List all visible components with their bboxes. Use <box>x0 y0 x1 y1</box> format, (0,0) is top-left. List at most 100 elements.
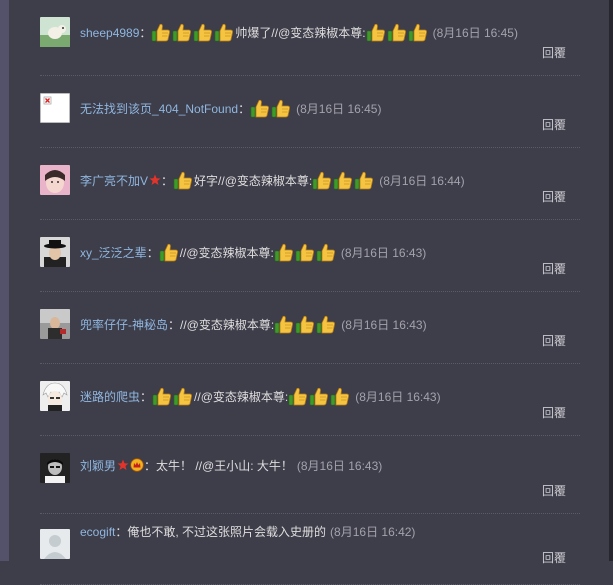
girl-avatar-icon <box>40 165 70 195</box>
avatar[interactable] <box>40 93 70 123</box>
timestamp: (8月16日 16:43) <box>341 318 427 332</box>
reply-link[interactable]: 回覆 <box>542 116 566 133</box>
username-link[interactable]: ecogift <box>80 525 115 539</box>
thumbs-up-icon <box>316 243 335 262</box>
separator: ： <box>146 246 159 260</box>
comment-content: sheep4989： 帅爆了//@变态辣椒本尊: (8月16日 16:45) <box>80 22 580 42</box>
reply-link[interactable]: 回覆 <box>542 44 566 61</box>
timestamp: (8月16日 16:43) <box>296 459 383 473</box>
timestamp: (8月16日 16:42) <box>330 525 416 539</box>
thumbs-up-icon <box>173 171 193 190</box>
thumbs-up-icon-group <box>366 23 429 42</box>
timestamp: (8月16日 16:43) <box>355 390 441 404</box>
comment-content: 兜率仔仔-神秘岛：//@变态辣椒本尊: (8月16日 16:43) <box>80 314 580 334</box>
comment-item: 无法找到该页_404_NotFound： (8月16日 16:45) 回覆 <box>40 76 580 148</box>
timestamp: (8月16日 16:45) <box>296 102 382 116</box>
thumbs-up-icon-group <box>312 171 375 190</box>
thumbs-up-icon-group <box>173 171 194 190</box>
comment-content: ecogift：俺也不敢, 不过这张照片会载入史册的 (8月16日 16:42) <box>80 524 580 540</box>
separator: ： <box>139 26 152 40</box>
comment-item: xy_泛泛之辈： //@变态辣椒本尊: (8月16日 16:43) 回覆 <box>40 220 580 292</box>
thumbs-up-icon <box>271 99 291 118</box>
username-link[interactable]: 迷路的爬虫 <box>80 390 140 404</box>
thumbs-up-icon <box>366 23 385 42</box>
bw-avatar-icon <box>40 453 70 483</box>
thumbs-up-icon-group <box>159 243 180 262</box>
thumbs-up-icon <box>295 315 315 334</box>
star-badge-icon <box>117 459 129 470</box>
avatar[interactable] <box>40 381 70 411</box>
thumbs-up-icon <box>215 23 234 42</box>
avatar[interactable] <box>40 453 70 483</box>
comment-item: 兜率仔仔-神秘岛：//@变态辣椒本尊: (8月16日 16:43) 回覆 <box>40 292 580 364</box>
thumbs-up-icon-group <box>151 23 235 42</box>
username-link[interactable]: 无法找到该页_404_NotFound <box>80 102 238 116</box>
avatar[interactable] <box>40 309 70 339</box>
timestamp: (8月16日 16:45) <box>432 26 518 40</box>
separator: ： <box>144 459 157 473</box>
comment-item: 李广亮不加V ： 好字//@变态辣椒本尊: (8月16日 16:44) 回覆 <box>40 148 580 220</box>
star-badge-icon <box>149 174 161 185</box>
comment-content: 迷路的爬虫： //@变态辣椒本尊: (8月16日 16:43) <box>80 386 580 406</box>
username-link[interactable]: sheep4989 <box>80 26 139 40</box>
photo-avatar-icon <box>40 309 70 339</box>
thumbs-up-icon-group <box>250 99 292 118</box>
thumbs-up-icon-group <box>152 387 194 406</box>
comment-feed: sheep4989： 帅爆了//@变态辣椒本尊: (8月16日 16:45) 回覆 … <box>40 0 580 585</box>
thumbs-up-icon <box>274 243 293 262</box>
timestamp: (8月16日 16:44) <box>379 174 465 188</box>
comment-text: 俺也不敢, 不过这张照片会载入史册的 <box>127 525 327 539</box>
username-link[interactable]: xy_泛泛之辈 <box>80 246 147 260</box>
comment-content: 刘颖男 ：太牛！ //@王小山: 大牛！ (8月16日 16:43) <box>80 458 580 474</box>
comment-item: sheep4989： 帅爆了//@变态辣椒本尊: (8月16日 16:45) 回覆 <box>40 0 580 76</box>
avatar[interactable] <box>40 17 70 47</box>
thumbs-up-icon <box>173 23 192 42</box>
separator: ： <box>238 102 251 116</box>
thumbs-up-icon-group <box>288 387 351 406</box>
comment-text: //@变态辣椒本尊: <box>180 318 275 332</box>
comment-item: 迷路的爬虫： //@变态辣椒本尊: (8月16日 16:43) 回覆 <box>40 364 580 436</box>
default-avatar-icon <box>40 529 70 559</box>
crown-badge-icon <box>130 458 144 472</box>
reply-link[interactable]: 回覆 <box>542 482 566 499</box>
thumbs-up-icon <box>274 315 294 334</box>
separator: ： <box>140 390 153 404</box>
comment-text: 好字//@变态辣椒本尊: <box>194 174 313 188</box>
avatar[interactable] <box>40 165 70 195</box>
thumbs-up-icon <box>295 243 314 262</box>
broken-image-icon <box>43 96 52 105</box>
reply-link[interactable]: 回覆 <box>542 188 566 205</box>
thumbs-up-icon <box>159 243 178 262</box>
sheep-avatar-icon <box>40 17 70 47</box>
comment-text: 太牛！ //@王小山: 大牛！ <box>156 459 293 473</box>
comment-item: ecogift：俺也不敢, 不过这张照片会载入史册的 (8月16日 16:42) … <box>40 514 580 585</box>
thumbs-up-icon-group <box>274 315 337 334</box>
thumbs-up-icon <box>194 23 213 42</box>
thumbs-up-icon <box>387 23 406 42</box>
thumbs-up-icon <box>408 23 427 42</box>
username-link[interactable]: 刘颖男 <box>80 459 116 473</box>
scrollbar-track[interactable] <box>609 0 613 561</box>
reply-link[interactable]: 回覆 <box>542 332 566 349</box>
separator: ： <box>168 318 181 332</box>
thumbs-up-icon <box>152 387 172 406</box>
reply-link[interactable]: 回覆 <box>542 404 566 421</box>
thumbs-up-icon-group <box>274 243 337 262</box>
anime-avatar-icon <box>40 381 70 411</box>
thumbs-up-icon <box>250 99 270 118</box>
reply-link[interactable]: 回覆 <box>542 260 566 277</box>
comment-text: //@变态辣椒本尊: <box>179 246 274 260</box>
thumbs-up-icon <box>354 171 374 190</box>
thumbs-up-icon <box>173 387 193 406</box>
thumbs-up-icon <box>312 171 332 190</box>
thumbs-up-icon <box>152 23 171 42</box>
comment-content: 李广亮不加V ： 好字//@变态辣椒本尊: (8月16日 16:44) <box>80 170 580 190</box>
comment-content: xy_泛泛之辈： //@变态辣椒本尊: (8月16日 16:43) <box>80 242 580 262</box>
comment-content: 无法找到该页_404_NotFound： (8月16日 16:45) <box>80 98 580 118</box>
reply-link[interactable]: 回覆 <box>542 549 566 566</box>
avatar[interactable] <box>40 237 70 267</box>
thumbs-up-icon <box>330 387 350 406</box>
avatar[interactable] <box>40 529 70 559</box>
username-link[interactable]: 兜率仔仔-神秘岛 <box>80 318 168 332</box>
username-link[interactable]: 李广亮不加V <box>80 174 148 188</box>
